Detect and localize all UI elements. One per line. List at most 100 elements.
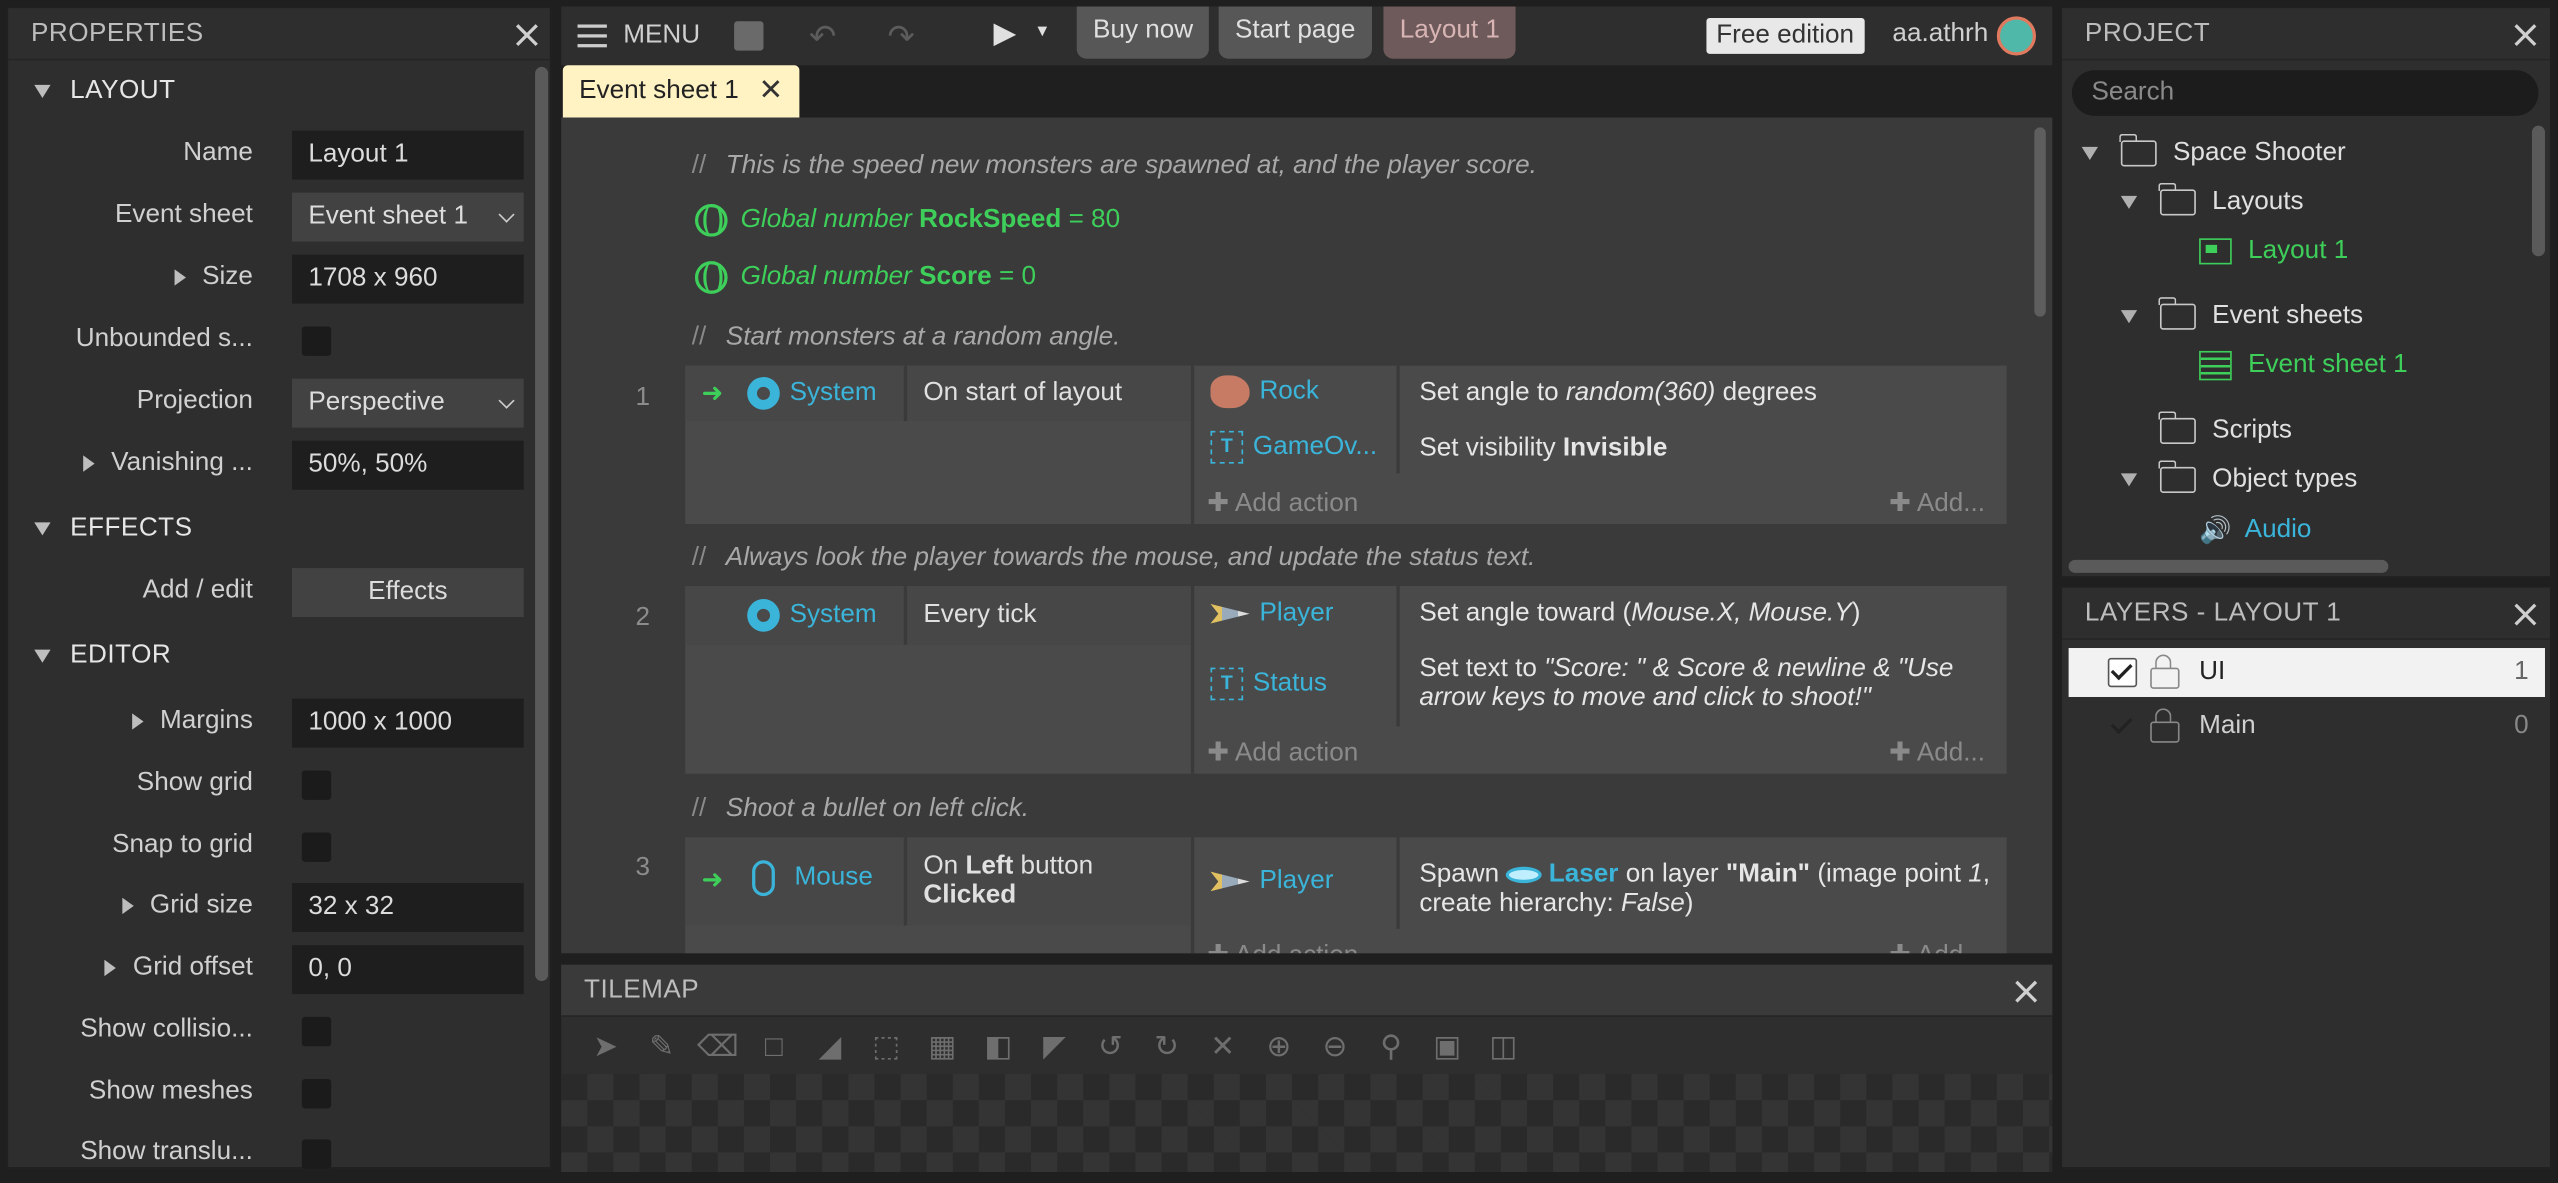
- zoom-out-icon[interactable]: ⊖: [1307, 1029, 1363, 1063]
- folder-icon[interactable]: ◫: [1475, 1029, 1531, 1063]
- prop-label-margins[interactable]: Margins: [132, 707, 253, 736]
- tree-layout1[interactable]: Layout 1: [2199, 237, 2348, 266]
- rectangle-icon[interactable]: □: [746, 1029, 802, 1063]
- tile-brush-icon[interactable]: ▦: [914, 1029, 970, 1063]
- tree-eventsheet1[interactable]: Event sheet 1: [2199, 350, 2408, 381]
- size-input[interactable]: 1708 x 960: [292, 254, 524, 304]
- name-input[interactable]: Layout 1: [292, 130, 524, 180]
- project-hscrollbar[interactable]: [2068, 559, 2389, 573]
- eraser-icon[interactable]: ⌫: [690, 1029, 746, 1063]
- rotate-cw-icon[interactable]: ↻: [1139, 1029, 1195, 1063]
- close-tab-icon[interactable]: ✕: [758, 73, 783, 107]
- selection-icon[interactable]: ⬚: [858, 1029, 914, 1063]
- properties-scrollbar[interactable]: [535, 66, 549, 982]
- gridsize-input[interactable]: 32 x 32: [292, 883, 524, 933]
- zoom-in-icon[interactable]: ⊕: [1251, 1029, 1307, 1063]
- layer-row[interactable]: UI 1: [2068, 648, 2545, 697]
- pencil-icon[interactable]: ✎: [634, 1029, 690, 1063]
- fill-icon[interactable]: ◢: [802, 1029, 858, 1063]
- tree-layouts[interactable]: Layouts: [2120, 182, 2304, 217]
- eventsheet-select[interactable]: Event sheet 1: [292, 192, 524, 242]
- start-page-button[interactable]: Start page: [1218, 6, 1372, 59]
- comment[interactable]: // Shoot a bullet on left click.: [692, 795, 1029, 824]
- showgrid-checkbox[interactable]: [301, 770, 332, 800]
- project-scrollbar[interactable]: [2531, 125, 2545, 257]
- zoom-reset-icon[interactable]: ⚲: [1363, 1029, 1419, 1063]
- projection-select[interactable]: Perspective: [292, 378, 524, 428]
- event-block[interactable]: 2 System Every tick Player Set angle tow…: [636, 585, 2007, 774]
- showcollision-checkbox[interactable]: [301, 1016, 332, 1047]
- action[interactable]: Player Set angle toward (Mouse.X, Mouse.…: [1194, 585, 2006, 727]
- tilemap-canvas[interactable]: [561, 1074, 2053, 1172]
- condition[interactable]: System Every tick: [685, 585, 1191, 645]
- event-sheet[interactable]: // This is the speed new monsters are spa…: [561, 117, 2053, 954]
- visibility-checkbox[interactable]: [2107, 657, 2138, 688]
- layout-tab-button[interactable]: Layout 1: [1383, 6, 1517, 59]
- action[interactable]: T GameOv... Set visibility Invisible: [1194, 421, 2006, 473]
- comment[interactable]: // Start monsters at a random angle.: [692, 323, 1121, 352]
- tree-eventsheets[interactable]: Event sheets: [2120, 297, 2363, 331]
- action[interactable]: Player Spawn Laser on layer "Main" (imag…: [1194, 837, 2006, 929]
- tab-event-sheet[interactable]: Event sheet 1 ✕: [562, 65, 800, 118]
- lock-icon[interactable]: [2150, 708, 2180, 743]
- showmeshes-checkbox[interactable]: [301, 1078, 332, 1109]
- prop-label-vanishing[interactable]: Vanishing ...: [83, 449, 253, 478]
- prop-label-gridoffset[interactable]: Grid offset: [105, 953, 253, 982]
- close-icon[interactable]: [516, 23, 539, 46]
- play-dropdown-icon[interactable]: ▼: [1034, 23, 1050, 41]
- add-action-button[interactable]: ✚ Add action: [1207, 736, 1358, 769]
- user-name[interactable]: aa.athrh: [1892, 20, 1988, 49]
- flip-icon[interactable]: ◤: [1026, 1029, 1082, 1063]
- vanishing-input[interactable]: 50%, 50%: [292, 440, 524, 490]
- buy-now-button[interactable]: Buy now: [1076, 6, 1210, 59]
- event-block[interactable]: 1 ➜ System On start of layout Rock Set a…: [636, 365, 2007, 524]
- add-more-button[interactable]: ✚ Add...: [1889, 736, 1985, 769]
- condition[interactable]: ➜ Mouse On Left button Clicked: [685, 837, 1191, 926]
- close-icon[interactable]: [2514, 602, 2537, 625]
- condition[interactable]: ➜ System On start of layout: [685, 365, 1191, 422]
- tree-audio[interactable]: 🔊 Audio: [2199, 514, 2311, 547]
- section-effects[interactable]: EFFECTS: [8, 501, 533, 556]
- close-icon[interactable]: [2514, 23, 2537, 46]
- prop-label-size[interactable]: Size: [174, 263, 253, 292]
- margins-input[interactable]: 1000 x 1000: [292, 698, 524, 748]
- save-icon[interactable]: ▣: [1419, 1029, 1475, 1063]
- close-icon[interactable]: [2015, 979, 2038, 1002]
- comment[interactable]: // Always look the player towards the mou…: [692, 544, 1536, 573]
- menu-button[interactable]: MENU: [577, 16, 700, 55]
- visibility-checkbox[interactable]: [2107, 711, 2138, 742]
- prop-label-gridsize[interactable]: Grid size: [122, 891, 253, 920]
- search-input[interactable]: Search: [2071, 70, 2539, 116]
- event-sheet-scrollbar[interactable]: [2034, 127, 2046, 317]
- global-variable[interactable]: Global number RockSpeed = 80: [694, 204, 1120, 237]
- play-icon[interactable]: ▶: [994, 16, 1017, 50]
- layer-row[interactable]: Main 0: [2069, 702, 2545, 751]
- gridoffset-input[interactable]: 0, 0: [292, 945, 524, 995]
- showtransl-checkbox[interactable]: [301, 1139, 332, 1169]
- tree-objecttypes[interactable]: Object types: [2120, 460, 2357, 494]
- avatar[interactable]: [1996, 16, 2036, 56]
- tree-scripts[interactable]: Scripts: [2158, 411, 2292, 445]
- snap-checkbox[interactable]: [301, 832, 332, 862]
- lock-icon[interactable]: [2150, 654, 2180, 689]
- section-editor[interactable]: EDITOR: [8, 628, 533, 683]
- global-variable[interactable]: Global number Score = 0: [694, 261, 1036, 294]
- event-block[interactable]: 3 ➜ Mouse On Left button Clicked Player S…: [636, 837, 2007, 954]
- redo-icon[interactable]: ↷: [887, 16, 914, 57]
- effects-button[interactable]: Effects: [292, 568, 524, 618]
- rotate-ccw-icon[interactable]: ↺: [1082, 1029, 1138, 1063]
- add-action-button[interactable]: ✚ Add action: [1207, 939, 1358, 953]
- add-more-button[interactable]: ✚ Add...: [1889, 486, 1985, 519]
- undo-icon[interactable]: ↶: [809, 16, 836, 57]
- add-more-button[interactable]: ✚ Add...: [1889, 939, 1985, 953]
- pointer-icon[interactable]: ➤: [578, 1029, 634, 1063]
- unbounded-checkbox[interactable]: [301, 326, 332, 356]
- action[interactable]: T Status Set text to "Score: " & Score & …: [1194, 645, 2006, 727]
- add-action-button[interactable]: ✚ Add action: [1207, 486, 1358, 519]
- mirror-icon[interactable]: ◧: [970, 1029, 1026, 1063]
- save-icon[interactable]: [734, 21, 764, 51]
- tree-root[interactable]: Space Shooter: [2081, 133, 2346, 168]
- clear-icon[interactable]: ✕: [1195, 1029, 1251, 1063]
- comment[interactable]: // This is the speed new monsters are spa…: [692, 152, 1537, 181]
- section-layout[interactable]: LAYOUT: [8, 64, 533, 119]
